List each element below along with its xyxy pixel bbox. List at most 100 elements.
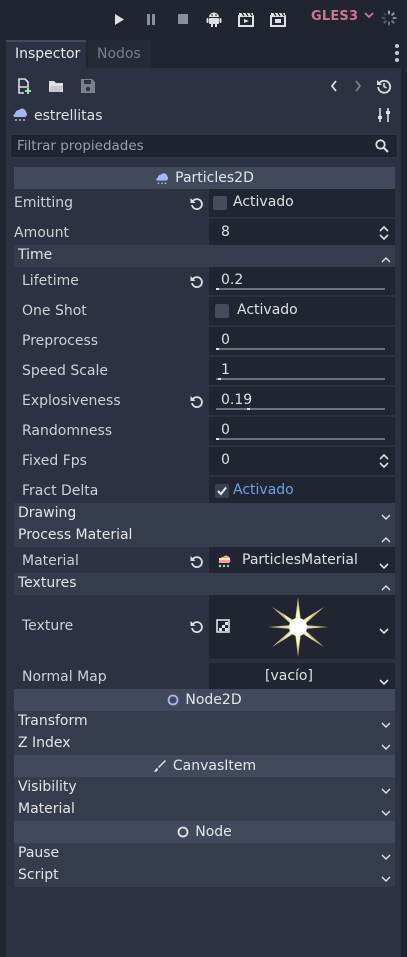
filter-properties (10, 134, 398, 158)
group-textures[interactable]: Textures (14, 573, 395, 595)
pause-icon[interactable] (142, 10, 160, 28)
lifetime-slider[interactable]: 0.2 (209, 267, 395, 295)
chevron-down-icon (381, 739, 391, 755)
prop-label: Texture (22, 618, 74, 634)
history-forward-icon[interactable] (353, 78, 371, 96)
group-label: Textures (18, 575, 77, 591)
chevron-up-icon (381, 531, 391, 547)
explosiveness-slider[interactable]: 0.19 (209, 387, 395, 415)
prop-label: Explosiveness (22, 393, 121, 409)
normal-map-value: [vacío] (265, 668, 313, 684)
prop-label: Normal Map (22, 669, 107, 685)
speed-scale-slider[interactable]: 1 (209, 357, 395, 385)
group-visibility[interactable]: Visibility (14, 777, 395, 799)
group-material[interactable]: Material (14, 799, 395, 821)
tab-nodos[interactable]: Nodos (88, 40, 151, 68)
group-time[interactable]: Time (14, 245, 395, 267)
filter-input[interactable] (17, 137, 357, 155)
checkmark-icon (215, 484, 229, 498)
group-process-material[interactable]: Process Material (14, 525, 395, 547)
object-properties-icon[interactable] (376, 107, 394, 125)
chevron-down-icon (381, 849, 391, 865)
slider-track (216, 348, 385, 350)
preprocess-value: 0 (221, 332, 230, 348)
group-script[interactable]: Script (14, 865, 395, 887)
stop-icon[interactable] (174, 10, 192, 28)
slider-track (216, 378, 385, 380)
prop-fixed-fps: Fixed Fps 0 (14, 447, 395, 477)
section-title: CanvasItem (172, 758, 257, 774)
chevron-down-icon (364, 12, 374, 19)
renderer-selector[interactable]: GLES3 (311, 9, 374, 24)
history-back-icon[interactable] (329, 78, 347, 96)
fixed-fps-spinbox[interactable]: 0 (209, 447, 395, 475)
top-toolbar: GLES3 (0, 0, 407, 38)
revert-icon[interactable] (190, 395, 204, 413)
dock-menu-icon[interactable] (395, 44, 399, 65)
one-shot-checkbox[interactable]: Activado (209, 297, 395, 325)
group-transform[interactable]: Transform (14, 711, 395, 733)
revert-icon[interactable] (190, 197, 204, 215)
play-icon[interactable] (110, 10, 128, 28)
section-canvasitem: CanvasItem (14, 755, 395, 777)
android-icon[interactable] (205, 10, 223, 28)
checkbox-label: Activado (233, 194, 294, 210)
amount-spinbox[interactable]: 8 (209, 219, 395, 247)
image-texture-icon (216, 619, 230, 637)
prop-speed-scale: Speed Scale 1 (14, 357, 395, 387)
emitting-checkbox[interactable]: Activado (209, 189, 395, 217)
prop-preprocess: Preprocess 0 (14, 327, 395, 357)
updown-icon[interactable] (379, 453, 389, 472)
section-node: Node (14, 821, 395, 843)
updown-icon[interactable] (379, 225, 389, 244)
randomness-value: 0 (221, 422, 230, 438)
revert-icon[interactable] (190, 620, 204, 638)
slider-track (216, 438, 385, 440)
history-icon[interactable] (376, 78, 394, 96)
chevron-down-icon (381, 871, 391, 887)
section-particles2d: Particles2D (14, 167, 395, 189)
renderer-label: GLES3 (311, 9, 359, 24)
save-icon[interactable] (80, 78, 98, 96)
search-icon (375, 139, 389, 157)
normal-map-resource-picker[interactable]: [vacío] (209, 663, 395, 691)
checkbox-label: Activado (237, 302, 298, 318)
amount-value: 8 (221, 224, 230, 240)
prop-label: Amount (14, 225, 70, 241)
movie-clapper-icon[interactable] (237, 10, 255, 28)
selected-node: estrellitas (12, 104, 103, 128)
movie-clapper-alt-icon[interactable] (269, 10, 287, 28)
group-pause[interactable]: Pause (14, 843, 395, 865)
section-title: Node (195, 824, 232, 840)
slider-grabber[interactable] (216, 288, 219, 290)
texture-resource-picker[interactable] (209, 595, 395, 659)
prop-label: Preprocess (22, 333, 99, 349)
group-z-index[interactable]: Z Index (14, 733, 395, 755)
explosiveness-value: 0.19 (221, 392, 253, 408)
group-label: Material (18, 801, 75, 817)
new-resource-icon[interactable] (16, 78, 34, 96)
material-resource-picker[interactable]: ParticlesMaterial (209, 547, 395, 575)
randomness-slider[interactable]: 0 (209, 417, 395, 445)
chevron-up-icon (381, 251, 391, 267)
slider-grabber[interactable] (218, 378, 221, 380)
fract-delta-checkbox[interactable]: Activado (209, 477, 395, 505)
slider-grabber[interactable] (247, 408, 250, 410)
checkbox-box (215, 304, 229, 318)
section-node2d: Node2D (14, 689, 395, 711)
group-label: Time (18, 247, 53, 263)
prop-randomness: Randomness 0 (14, 417, 395, 447)
slider-grabber[interactable] (216, 438, 219, 440)
tab-inspector[interactable]: Inspector (6, 40, 86, 68)
slider-track (216, 408, 385, 410)
revert-icon[interactable] (190, 555, 204, 573)
slider-grabber[interactable] (216, 348, 219, 350)
group-drawing[interactable]: Drawing (14, 503, 395, 525)
group-label: Transform (18, 713, 88, 729)
group-label: Drawing (18, 505, 77, 521)
revert-icon[interactable] (190, 275, 204, 293)
inspector-toolbar (10, 75, 397, 99)
open-folder-icon[interactable] (48, 78, 66, 96)
section-title: Particles2D (175, 170, 254, 186)
preprocess-slider[interactable]: 0 (209, 327, 395, 355)
